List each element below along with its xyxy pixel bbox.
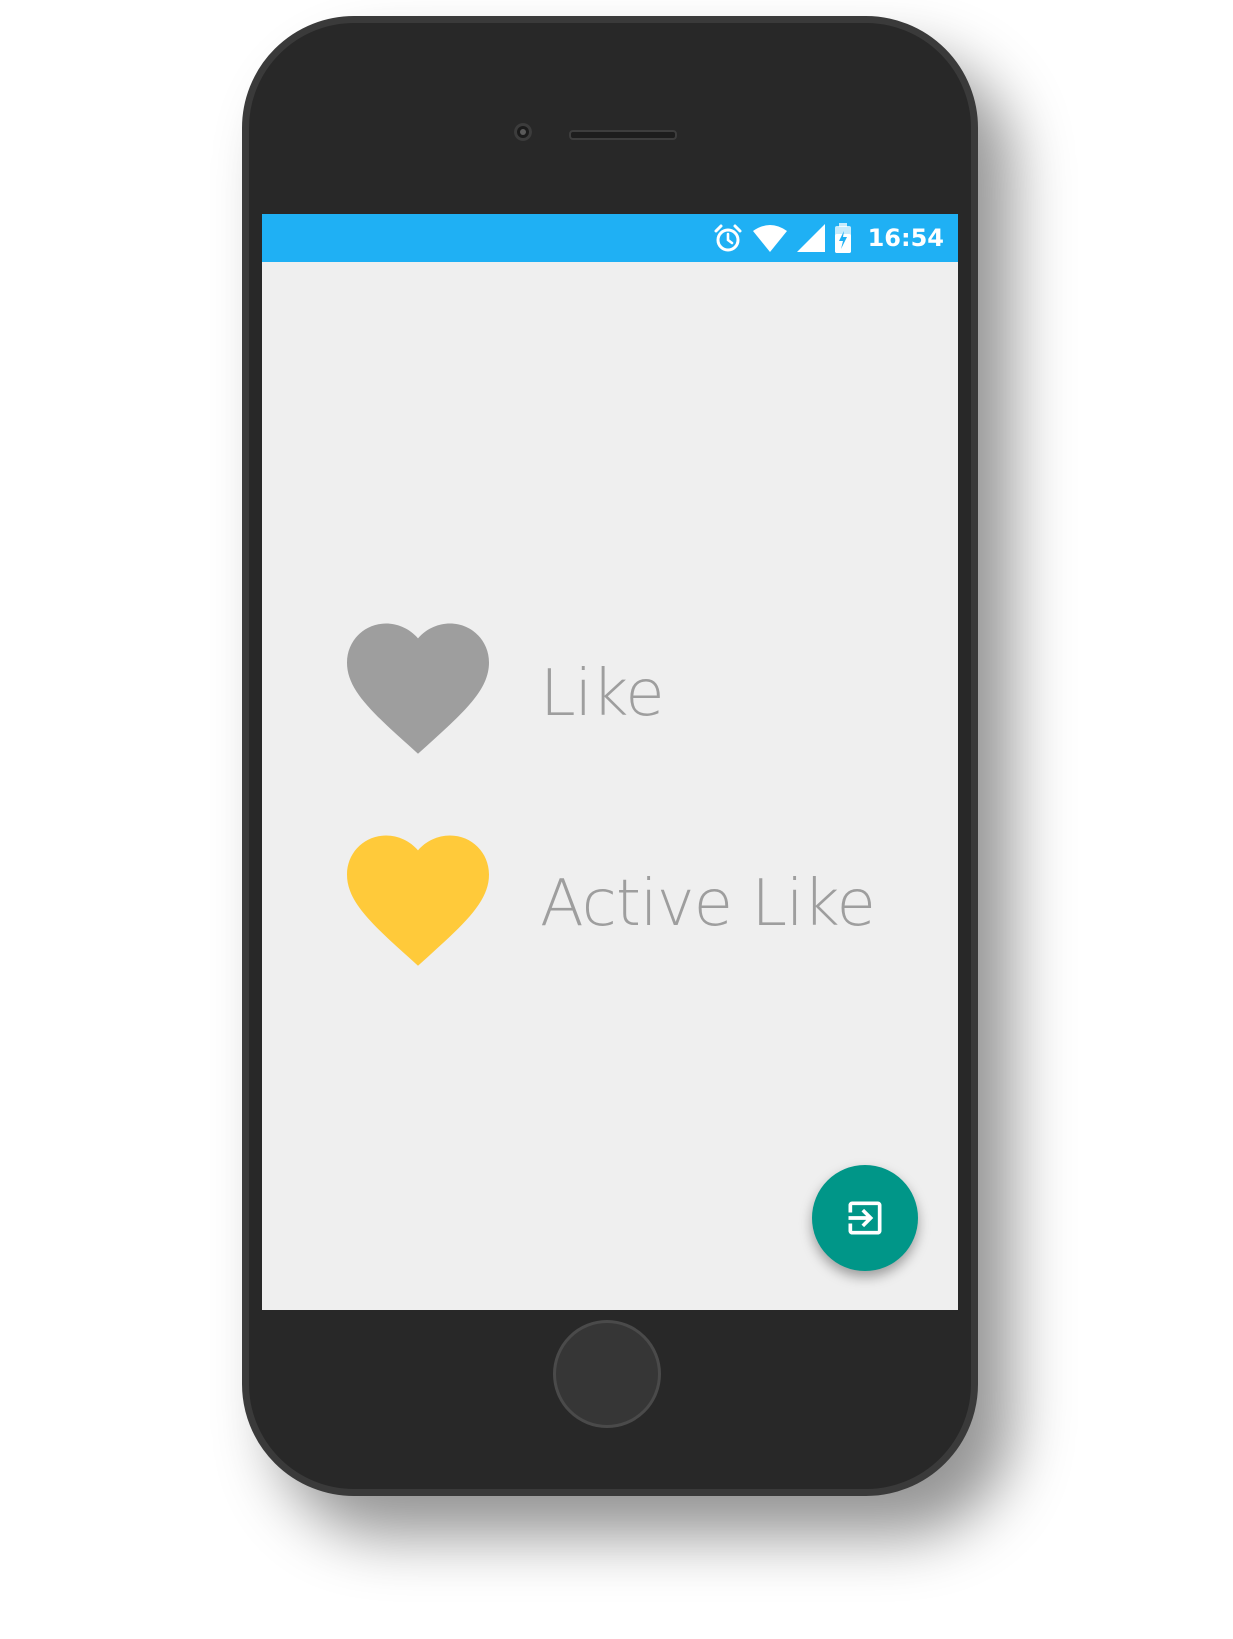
exit-to-app-button[interactable]: [812, 1165, 918, 1271]
status-icons: 16:54: [712, 214, 944, 262]
exit-to-app-icon: [848, 1201, 882, 1235]
wifi-icon: [752, 223, 788, 253]
heart-icon[interactable]: [340, 619, 496, 761]
cell-signal-icon: [796, 223, 826, 253]
phone-frame: 16:54 Like Active Like: [242, 16, 978, 1496]
heart-icon[interactable]: [340, 831, 496, 973]
front-camera: [514, 123, 532, 141]
earpiece-speaker: [569, 130, 677, 140]
like-label: Like: [540, 657, 665, 731]
status-bar: 16:54: [262, 214, 958, 262]
app-screen: 16:54 Like Active Like: [262, 214, 958, 1310]
active-like-label: Active Like: [540, 867, 876, 941]
active-like-row[interactable]: Active Like: [340, 831, 876, 973]
like-row[interactable]: Like: [340, 619, 665, 761]
battery-charging-icon: [834, 222, 852, 254]
home-button[interactable]: [553, 1320, 661, 1428]
stage: 16:54 Like Active Like: [0, 0, 1233, 1639]
alarm-icon: [712, 222, 744, 254]
status-time: 16:54: [867, 224, 944, 252]
